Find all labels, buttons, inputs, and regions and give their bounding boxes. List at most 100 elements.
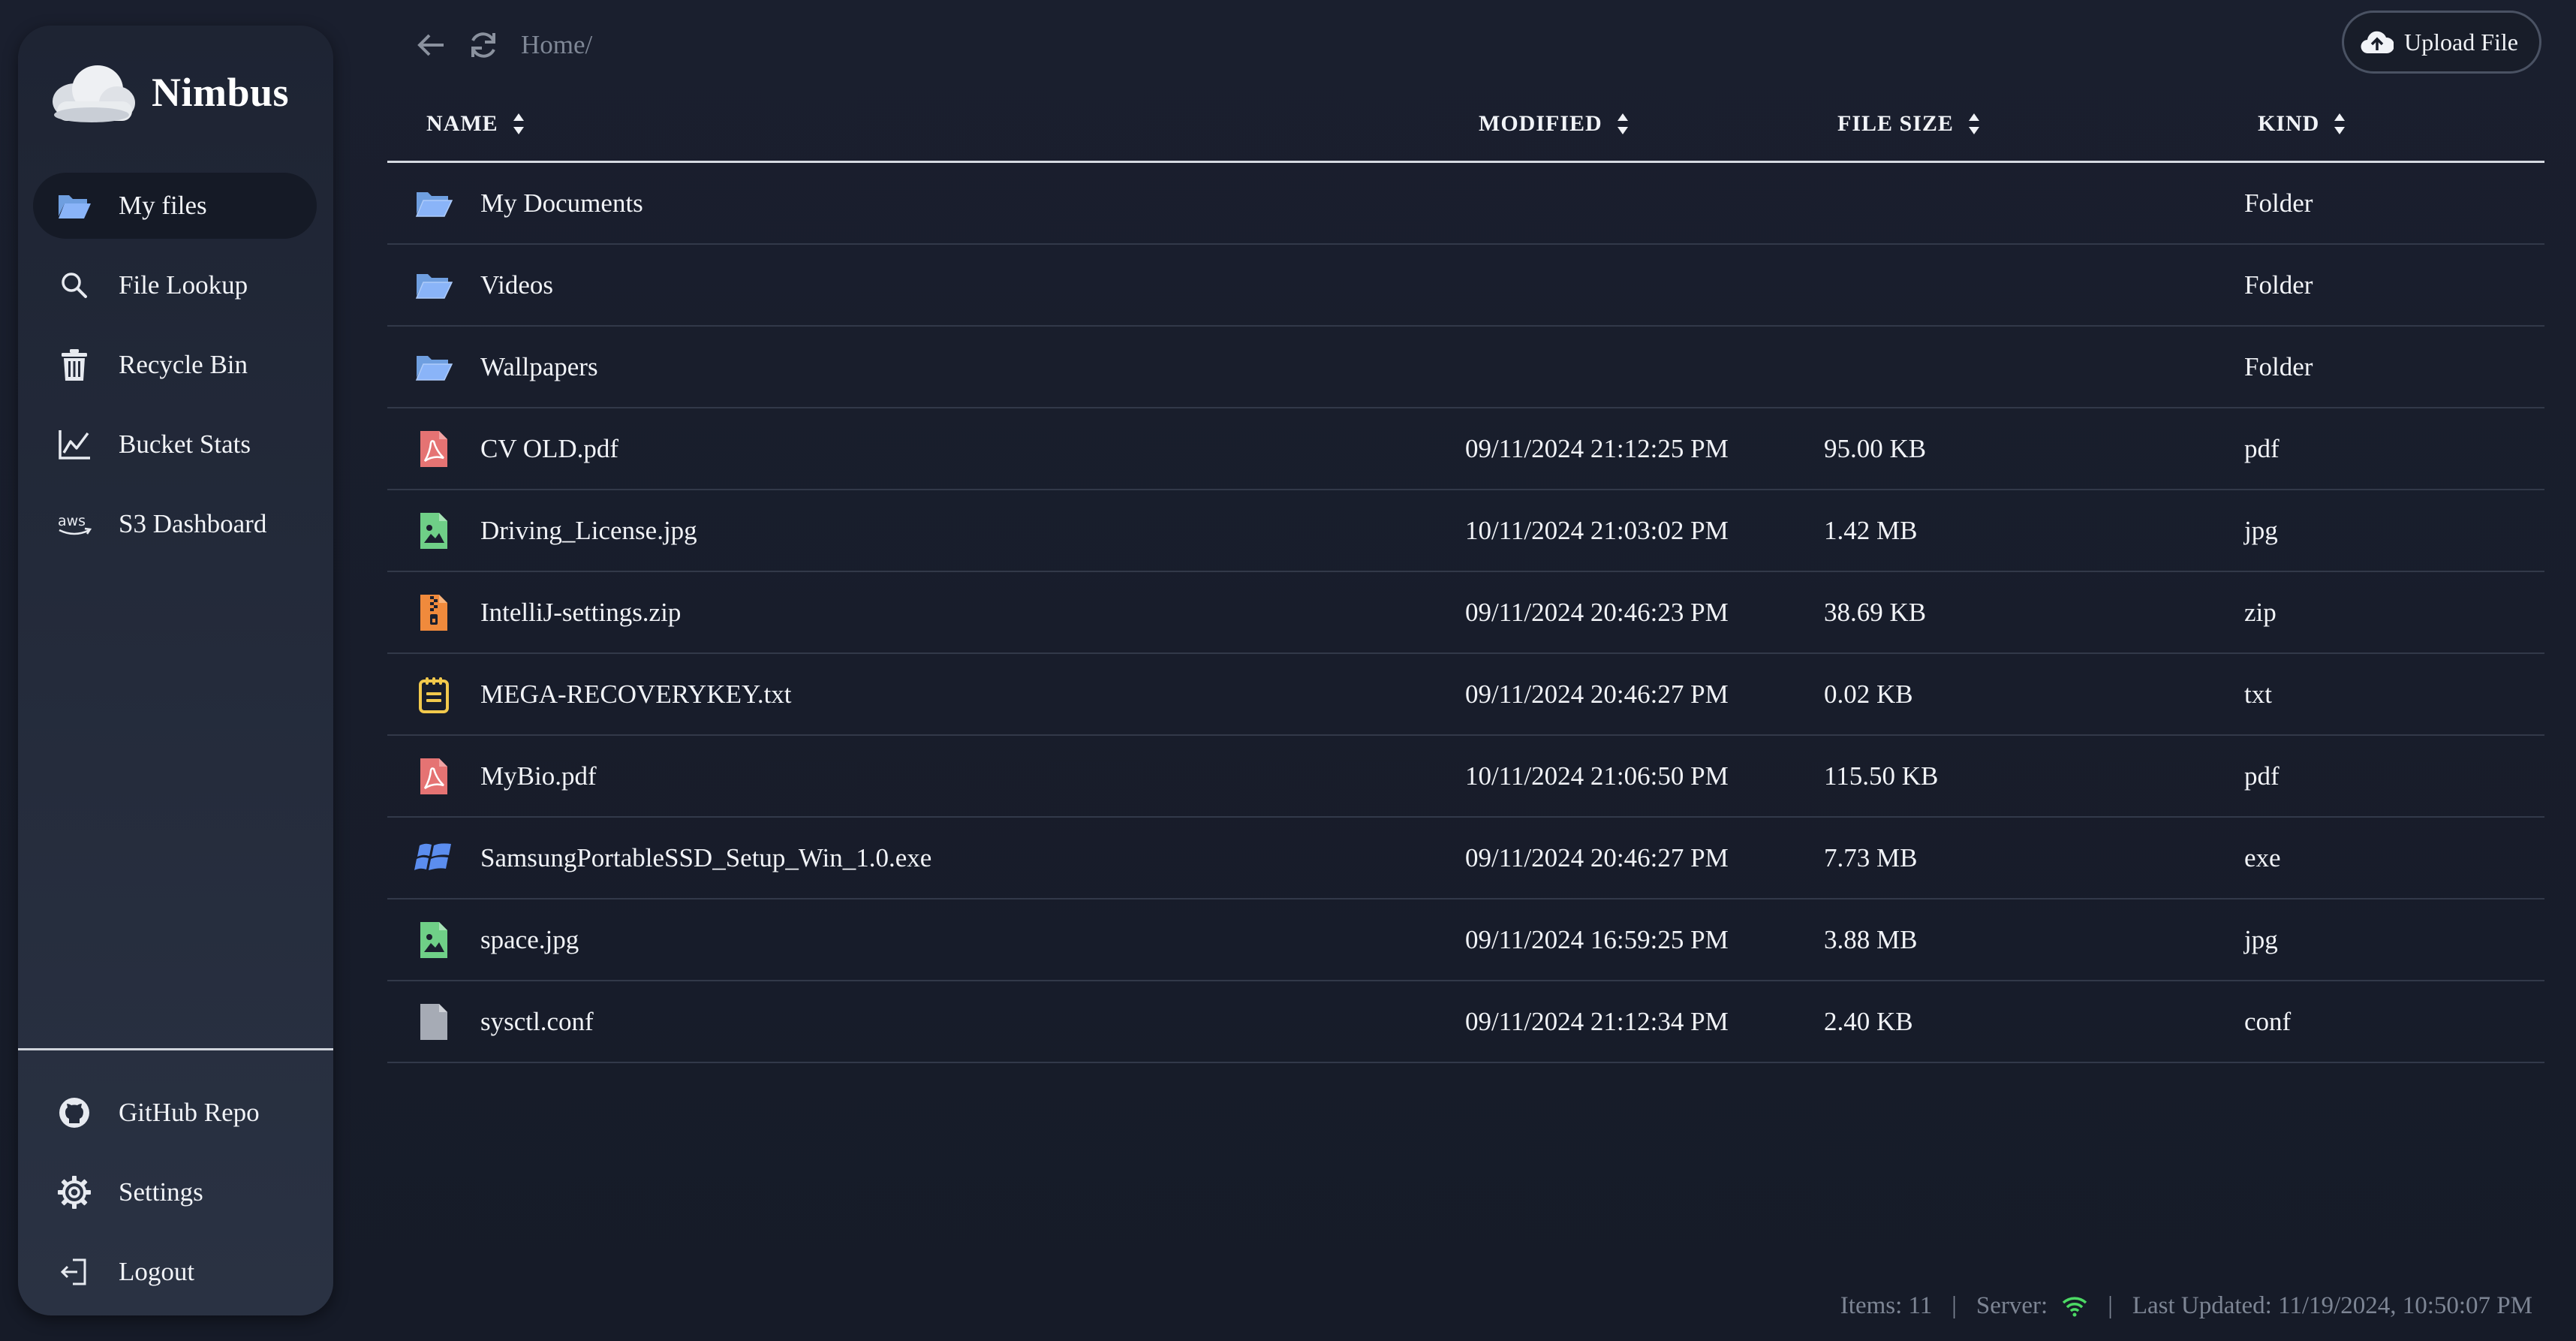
file-kind: Folder: [2244, 351, 2313, 381]
sidebar-item-label: GitHub Repo: [119, 1098, 260, 1127]
table-row[interactable]: IntelliJ-settings.zip 09/11/2024 20:46:23…: [387, 572, 2544, 654]
topbar: Home/: [410, 21, 592, 69]
status-bar: Items: 11 | Server: | Last Updated: 11/1…: [1840, 1287, 2532, 1324]
file-name[interactable]: Driving_License.jpg: [480, 490, 697, 571]
app: Nimbus My files File Lookup Recycle Bin …: [0, 0, 2576, 1341]
file-kind: pdf: [2244, 761, 2280, 791]
search-icon: [56, 267, 93, 304]
sidebar-item-label: Logout: [119, 1257, 195, 1286]
back-arrow-icon[interactable]: [410, 24, 452, 66]
file-kind: txt: [2244, 679, 2272, 709]
upload-file-button[interactable]: Upload File: [2342, 11, 2541, 74]
zip-icon: [413, 572, 455, 652]
text-file-icon: [413, 654, 455, 734]
brand-name: Nimbus: [152, 70, 290, 115]
breadcrumb[interactable]: Home/: [521, 30, 592, 60]
file-table: NAME MODIFIED FILE SIZE KIND My Document…: [387, 98, 2544, 1063]
trash-icon: [56, 346, 93, 384]
file-size: 38.69 KB: [1824, 597, 1927, 627]
sidebar-item-file-lookup[interactable]: File Lookup: [33, 252, 317, 318]
table-row[interactable]: space.jpg 09/11/2024 16:59:25 PM 3.88 MB jp…: [387, 900, 2544, 981]
sort-icon: [2334, 113, 2346, 134]
logout-icon: [56, 1253, 93, 1291]
table-header: NAME MODIFIED FILE SIZE KIND: [387, 98, 2544, 163]
sidebar-nav: My files File Lookup Recycle Bin Bucket …: [33, 173, 317, 571]
file-modified: 09/11/2024 21:12:25 PM: [1465, 433, 1729, 463]
file-name[interactable]: CV OLD.pdf: [480, 408, 618, 489]
file-kind: jpg: [2244, 515, 2278, 545]
sidebar-item-recycle-bin[interactable]: Recycle Bin: [33, 332, 317, 398]
column-header-modified[interactable]: MODIFIED: [1479, 111, 1630, 137]
table-row[interactable]: Wallpapers Folder: [387, 327, 2544, 408]
file-name[interactable]: sysctl.conf: [480, 981, 594, 1062]
image-icon: [413, 900, 455, 980]
sidebar-item-logout[interactable]: Logout: [33, 1239, 317, 1305]
file-kind: conf: [2244, 1006, 2292, 1036]
table-body: My Documents Folder Videos Folder Wallpapers…: [387, 163, 2544, 1063]
file-name[interactable]: MyBio.pdf: [480, 736, 597, 816]
file-modified: 09/11/2024 20:46:27 PM: [1465, 842, 1729, 872]
separator: |: [2108, 1291, 2113, 1319]
windows-icon: [413, 818, 455, 898]
sidebar-item-bucket-stats[interactable]: Bucket Stats: [33, 411, 317, 478]
file-modified: 10/11/2024 21:03:02 PM: [1465, 515, 1729, 545]
file-modified: 09/11/2024 21:12:34 PM: [1465, 1006, 1729, 1036]
file-name[interactable]: SamsungPortableSSD_Setup_Win_1.0.exe: [480, 818, 931, 898]
file-name[interactable]: space.jpg: [480, 900, 579, 980]
svg-text:aws: aws: [58, 513, 86, 529]
file-name[interactable]: IntelliJ-settings.zip: [480, 572, 681, 652]
wifi-icon: [2063, 1297, 2087, 1317]
sort-icon: [513, 113, 524, 134]
file-name[interactable]: My Documents: [480, 163, 643, 243]
sidebar-bottom-nav: GitHub Repo Settings Logout: [33, 1080, 317, 1315]
column-header-name[interactable]: NAME: [426, 111, 525, 137]
aws-icon: aws: [56, 505, 93, 543]
file-modified: 09/11/2024 20:46:23 PM: [1465, 597, 1729, 627]
cloud-logo-icon: [53, 65, 135, 122]
sidebar-item-github-repo[interactable]: GitHub Repo: [33, 1080, 317, 1146]
file-kind: jpg: [2244, 924, 2278, 954]
sidebar-item-label: Settings: [119, 1177, 203, 1207]
table-row[interactable]: CV OLD.pdf 09/11/2024 21:12:25 PM 95.00 KB…: [387, 408, 2544, 490]
table-row[interactable]: My Documents Folder: [387, 163, 2544, 245]
folder-icon: [413, 327, 455, 407]
sidebar-item-settings[interactable]: Settings: [33, 1159, 317, 1225]
brand[interactable]: Nimbus: [45, 51, 289, 134]
sort-icon: [1968, 113, 1979, 134]
cloud-upload-icon: [2361, 31, 2394, 54]
file-modified: 09/11/2024 16:59:25 PM: [1465, 924, 1729, 954]
github-icon: [56, 1094, 93, 1132]
table-row[interactable]: Driving_License.jpg 10/11/2024 21:03:02 P…: [387, 490, 2544, 572]
folder-icon: [413, 163, 455, 243]
file-name[interactable]: Wallpapers: [480, 327, 598, 407]
sidebar-item-label: S3 Dashboard: [119, 509, 267, 538]
column-header-kind[interactable]: KIND: [2258, 111, 2346, 137]
column-label: NAME: [426, 111, 498, 136]
file-name[interactable]: MEGA-RECOVERYKEY.txt: [480, 654, 792, 734]
folder-open-icon: [56, 187, 93, 225]
file-kind: zip: [2244, 597, 2277, 627]
sidebar-item-label: My files: [119, 191, 207, 220]
table-row[interactable]: sysctl.conf 09/11/2024 21:12:34 PM 2.40 KB…: [387, 981, 2544, 1063]
refresh-icon[interactable]: [462, 24, 504, 66]
table-row[interactable]: SamsungPortableSSD_Setup_Win_1.0.exe 09/1…: [387, 818, 2544, 900]
sidebar-item-label: Bucket Stats: [119, 429, 251, 459]
table-row[interactable]: MyBio.pdf 10/11/2024 21:06:50 PM 115.50 KB…: [387, 736, 2544, 818]
file-modified: 09/11/2024 20:46:27 PM: [1465, 679, 1729, 709]
sidebar-item-label: File Lookup: [119, 270, 248, 300]
file-name[interactable]: Videos: [480, 245, 553, 325]
file-size: 3.88 MB: [1824, 924, 1918, 954]
chart-line-icon: [56, 426, 93, 463]
server-label: Server:: [1976, 1291, 2048, 1319]
sidebar-item-my-files[interactable]: My files: [33, 173, 317, 239]
column-header-file-size[interactable]: FILE SIZE: [1837, 111, 1981, 137]
pdf-icon: [413, 408, 455, 489]
file-size: 1.42 MB: [1824, 515, 1918, 545]
pdf-icon: [413, 736, 455, 816]
table-row[interactable]: Videos Folder: [387, 245, 2544, 327]
file-size: 0.02 KB: [1824, 679, 1913, 709]
sidebar: Nimbus My files File Lookup Recycle Bin …: [18, 26, 333, 1315]
sidebar-item-s3-dashboard[interactable]: aws S3 Dashboard: [33, 491, 317, 557]
sort-icon: [1617, 113, 1628, 134]
table-row[interactable]: MEGA-RECOVERYKEY.txt 09/11/2024 20:46:27 …: [387, 654, 2544, 736]
